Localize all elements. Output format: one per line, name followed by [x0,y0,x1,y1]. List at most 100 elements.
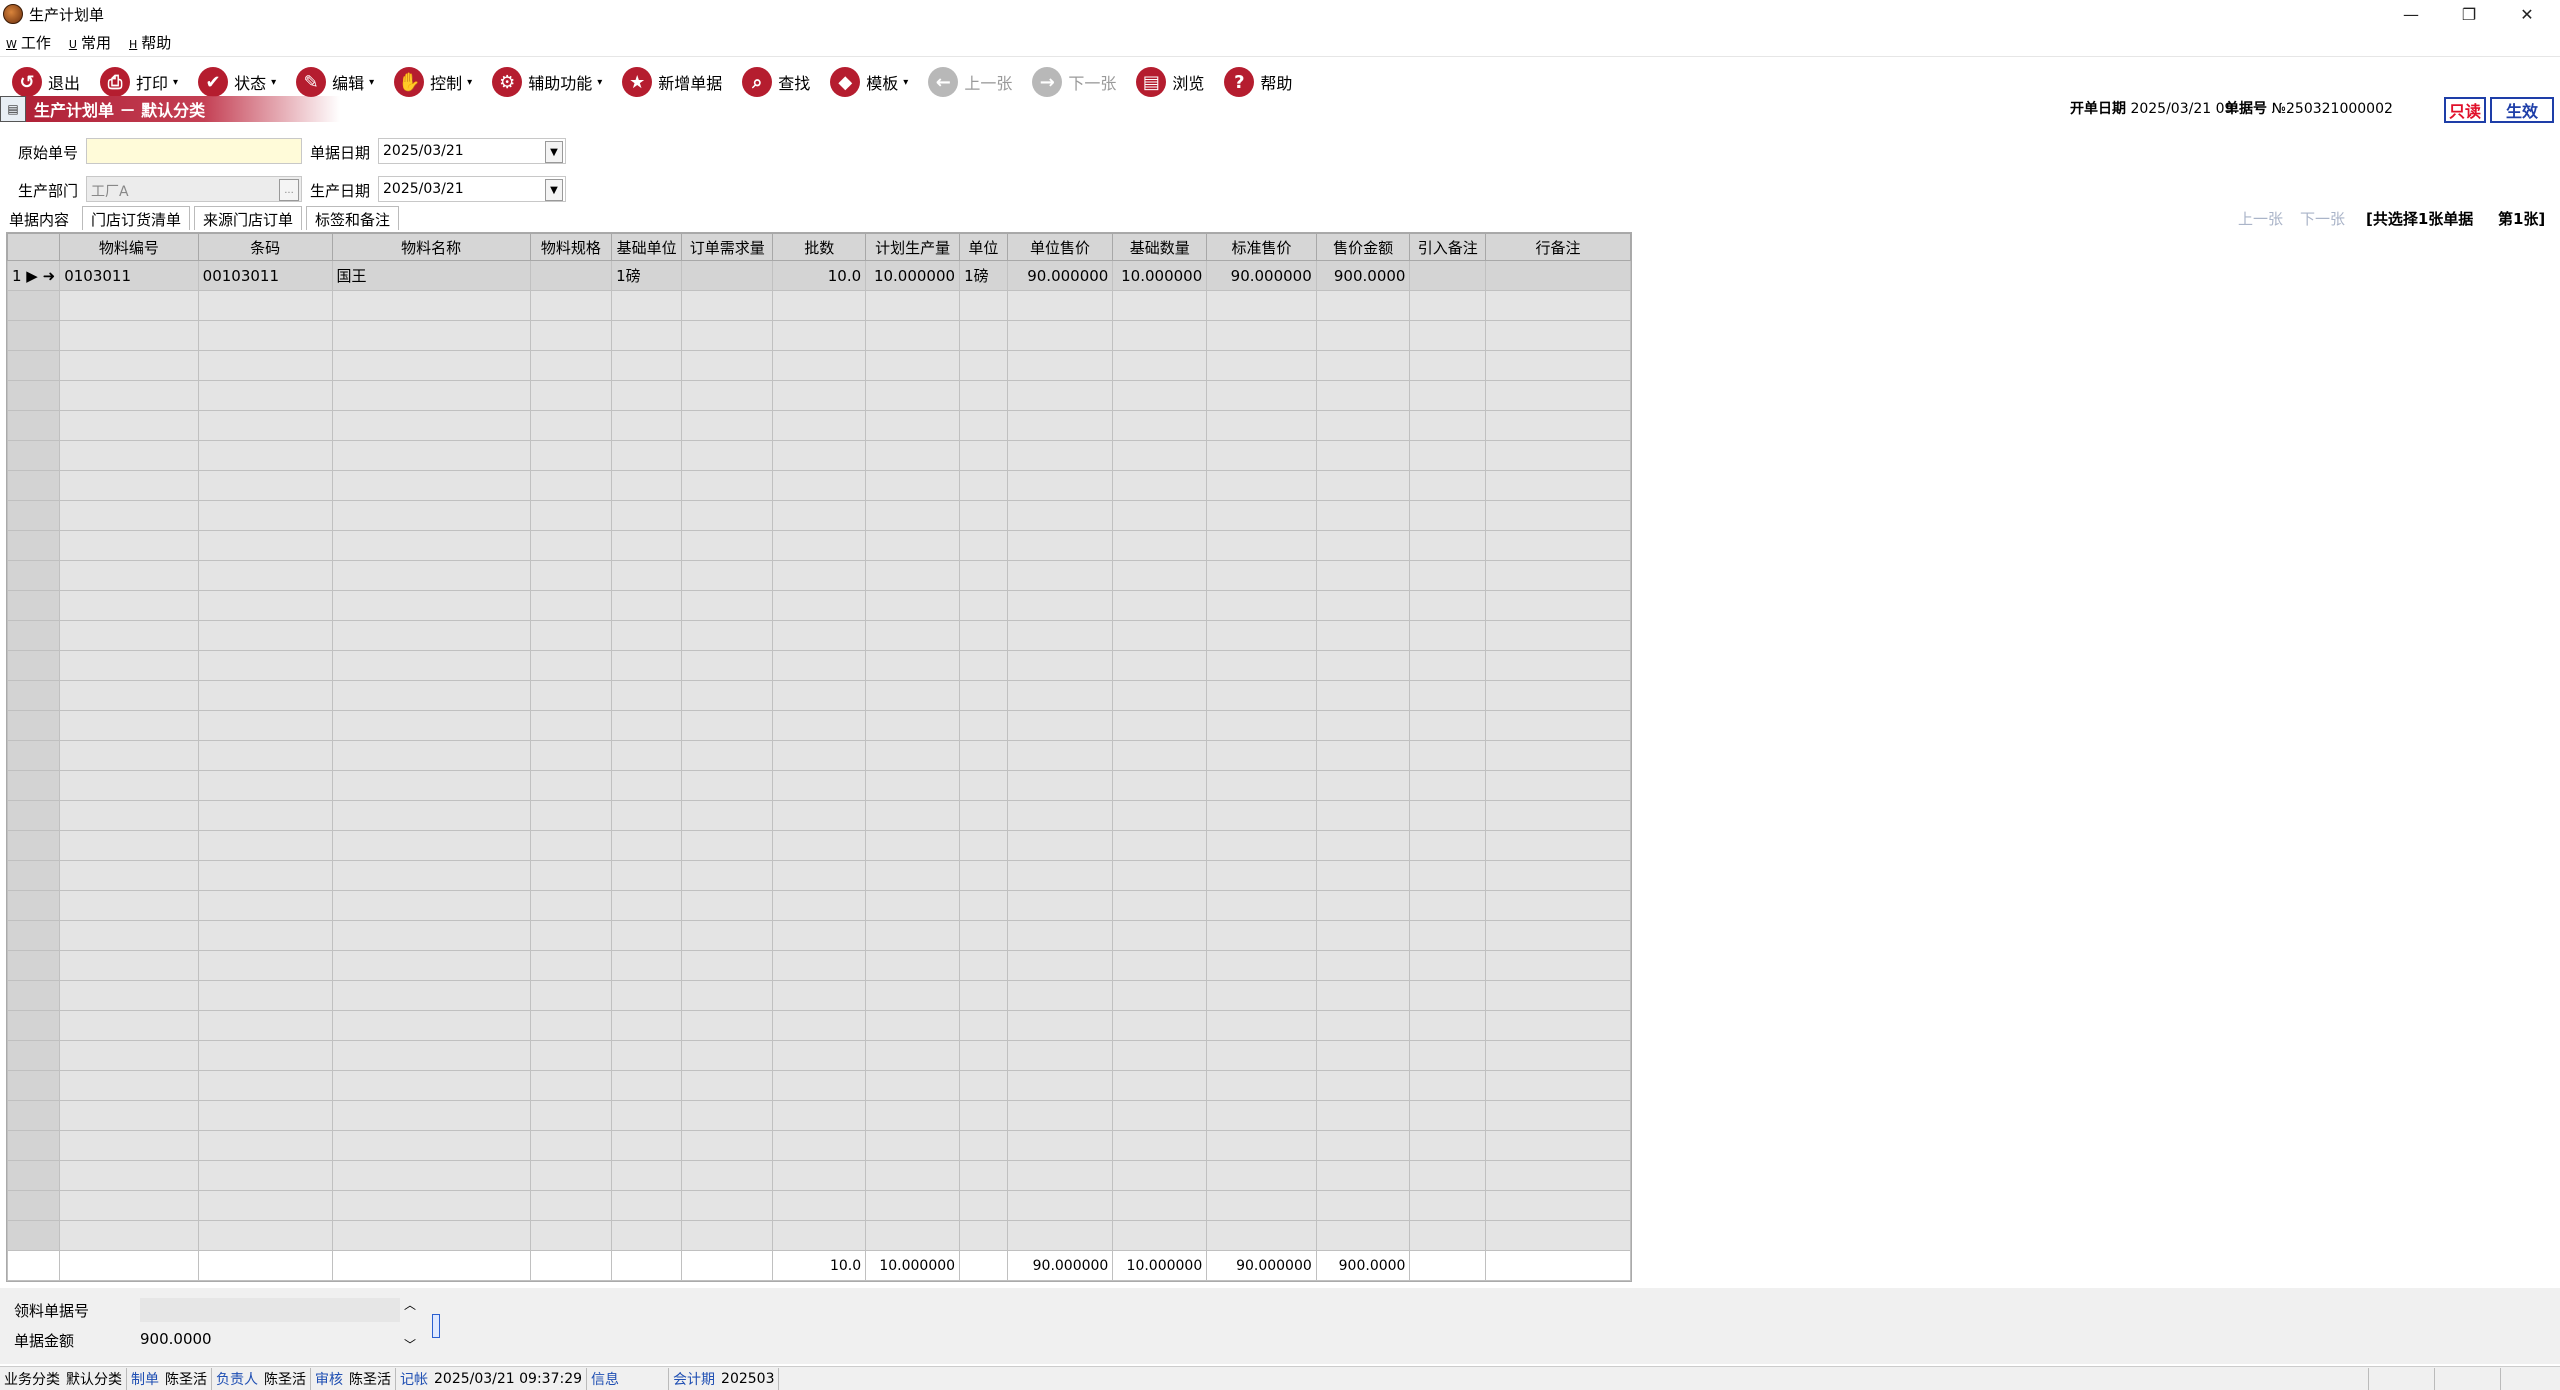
table-cell[interactable] [1206,440,1317,471]
chevron-down-icon[interactable]: ▼ [545,179,563,201]
menu-common[interactable]: U 常用 [69,32,111,53]
table-cell[interactable] [59,350,199,381]
grid-header-15[interactable]: 行备注 [1485,233,1631,261]
table-cell[interactable] [959,290,1008,321]
table-cell[interactable] [865,500,961,531]
table-cell[interactable] [1006,530,1114,561]
table-cell[interactable] [331,830,531,861]
table-cell[interactable] [331,920,531,951]
table-cell[interactable] [1112,1010,1208,1041]
table-cell[interactable] [7,440,61,471]
table-cell[interactable] [331,470,531,501]
table-cell[interactable] [7,470,61,501]
table-cell[interactable] [1409,650,1487,681]
table-cell[interactable] [1006,290,1114,321]
table-cell[interactable] [1112,410,1208,441]
table-cell[interactable] [331,980,531,1011]
menu-work[interactable]: W 工作 [6,32,51,53]
table-cell[interactable] [1485,440,1631,471]
table-cell[interactable] [1112,380,1208,411]
empty-row[interactable] [7,1040,1631,1071]
table-cell[interactable] [197,980,333,1011]
table-cell[interactable] [1206,830,1317,861]
control-button[interactable]: ✋ 控制 ▾ [394,65,472,99]
table-cell[interactable] [1485,710,1631,741]
table-cell[interactable] [59,890,199,921]
table-cell[interactable]: 10.0 [772,260,867,291]
table-cell[interactable] [331,410,531,441]
table-cell[interactable] [1206,920,1317,951]
table-cell[interactable] [1409,920,1487,951]
table-cell[interactable] [7,650,61,681]
table-cell[interactable] [1485,590,1631,621]
table-cell[interactable] [1206,1190,1317,1221]
table-cell[interactable] [197,1190,333,1221]
table-cell[interactable] [611,500,683,531]
dept-lookup-button[interactable]: ... [279,179,299,201]
table-cell[interactable] [7,620,61,651]
table-cell[interactable] [772,1190,867,1221]
empty-row[interactable] [7,410,1631,441]
grid-header-0[interactable] [7,233,61,261]
table-cell[interactable] [529,500,613,531]
table-cell[interactable] [772,770,867,801]
table-cell[interactable] [59,500,199,531]
table-cell[interactable] [529,650,613,681]
table-cell[interactable] [865,980,961,1011]
table-cell[interactable] [1206,950,1317,981]
table-cell[interactable] [529,470,613,501]
dept-input[interactable]: 工厂A ... [86,176,302,202]
table-cell[interactable] [331,500,531,531]
table-cell[interactable] [611,410,683,441]
table-cell[interactable] [59,560,199,591]
table-cell[interactable]: 90.000000 [1206,260,1317,291]
scroll-up-icon[interactable]: ︿ [404,1296,416,1313]
table-cell[interactable] [611,320,683,351]
help-button[interactable]: ? 帮助 [1224,65,1292,99]
table-cell[interactable] [197,410,333,441]
tab-doc-content[interactable]: 单据内容 [0,206,79,230]
table-cell[interactable] [1006,620,1114,651]
table-cell[interactable] [772,1010,867,1041]
table-cell[interactable] [1112,290,1208,321]
table-cell[interactable] [7,500,61,531]
table-cell[interactable] [529,770,613,801]
table-cell[interactable] [681,1100,774,1131]
table-cell[interactable] [1485,560,1631,591]
table-cell[interactable] [772,860,867,891]
table-cell[interactable] [59,440,199,471]
table-cell[interactable] [59,980,199,1011]
table-cell[interactable] [1112,800,1208,831]
table-cell[interactable] [1409,1010,1487,1041]
grid-header-4[interactable]: 物料规格 [529,233,613,261]
empty-row[interactable] [7,710,1631,741]
grid-header-8[interactable]: 计划生产量 [865,233,961,261]
table-cell[interactable] [7,980,61,1011]
table-cell[interactable] [1485,500,1631,531]
table-cell[interactable] [611,1160,683,1191]
table-cell[interactable] [7,560,61,591]
table-cell[interactable] [1315,440,1411,471]
empty-row[interactable] [7,860,1631,891]
row-indicator[interactable]: 1 ▶ ➜ [7,260,61,291]
table-cell[interactable] [611,620,683,651]
table-cell[interactable] [959,590,1008,621]
table-cell[interactable] [331,740,531,771]
table-cell[interactable] [865,1160,961,1191]
table-cell[interactable] [1485,860,1631,891]
table-cell[interactable]: 10.000000 [1112,260,1208,291]
table-cell[interactable] [7,1190,61,1221]
table-cell[interactable] [529,740,613,771]
table-cell[interactable] [7,710,61,741]
table-cell[interactable] [681,1070,774,1101]
table-cell[interactable] [772,1100,867,1131]
table-cell[interactable] [1315,530,1411,561]
table-cell[interactable] [1006,350,1114,381]
table-cell[interactable] [1409,320,1487,351]
table-cell[interactable] [772,920,867,951]
table-cell[interactable] [1006,1070,1114,1101]
table-cell[interactable] [1206,1010,1317,1041]
table-cell[interactable] [865,320,961,351]
table-cell[interactable] [1485,800,1631,831]
next-button[interactable]: → 下一张 [1032,65,1116,99]
